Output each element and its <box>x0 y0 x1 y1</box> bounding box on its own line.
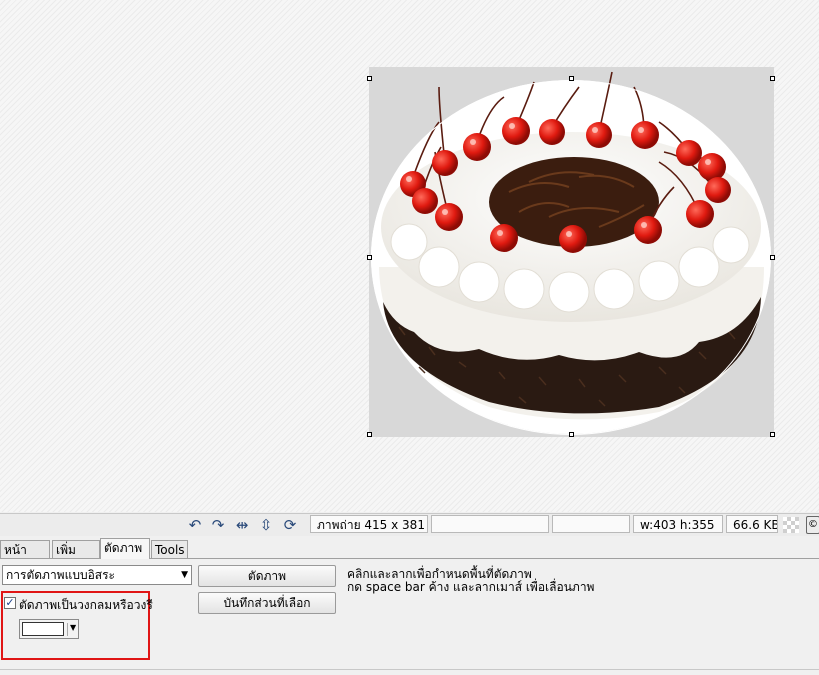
file-size-status: 66.6 KB <box>726 515 778 533</box>
crop-handle-right[interactable] <box>770 255 775 260</box>
tab-add-object[interactable]: เพิ่มวัตถุ <box>52 540 100 575</box>
chevron-down-icon: ▼ <box>67 623 76 636</box>
crop-selection-ellipse[interactable] <box>371 80 771 435</box>
crop-handle-top-right[interactable] <box>770 76 775 81</box>
crop-mode-select[interactable]: การตัดภาพแบบอิสระ ▼ <box>2 565 192 585</box>
transparency-icon <box>783 517 799 533</box>
color-swatch <box>22 622 64 636</box>
crop-button[interactable]: ตัดภาพ <box>198 565 336 587</box>
ribbon-tabs: หน้าหลัก เพิ่มวัตถุ ตัดภาพ Tools <box>0 538 819 575</box>
rotate-icon[interactable]: ⟳ <box>281 516 299 534</box>
crop-handle-left[interactable] <box>367 255 372 260</box>
selection-size-status: w:403 h:355 <box>633 515 723 533</box>
tab-crop[interactable]: ตัดภาพ <box>100 538 150 559</box>
crop-panel: การตัดภาพแบบอิสระ ▼ ตัดภาพ บันทึกส่วนที่… <box>0 559 819 675</box>
chevron-down-icon: ▼ <box>181 570 188 580</box>
status-field-empty-1 <box>431 515 549 533</box>
image-size-status: ภาพถ่าย 415 x 381 <box>310 515 428 533</box>
crop-mode-value: การตัดภาพแบบอิสระ <box>6 568 115 582</box>
ellipse-crop-label: ตัดภาพเป็นวงกลมหรือวงรี <box>19 598 153 612</box>
crop-hint-line-2: กด space bar ค้าง และลากเมาส์ เพื่อเลื่อ… <box>347 580 595 594</box>
crop-handle-bottom[interactable] <box>569 432 574 437</box>
fit-height-icon[interactable]: ⇳ <box>257 516 275 534</box>
status-toolbar: ↶ ↷ ⇹ ⇳ ⟳ ภาพถ่าย 415 x 381 w:403 h:355 … <box>0 513 819 536</box>
fit-width-icon[interactable]: ⇹ <box>233 516 251 534</box>
crop-handle-bottom-left[interactable] <box>367 432 372 437</box>
crop-handle-top-left[interactable] <box>367 76 372 81</box>
crop-handle-bottom-right[interactable] <box>770 432 775 437</box>
info-icon[interactable]: © <box>806 516 819 534</box>
fill-color-picker[interactable]: ▼ <box>19 619 79 639</box>
save-selection-button[interactable]: บันทึกส่วนที่เลือก <box>198 592 336 614</box>
status-field-empty-2 <box>552 515 630 533</box>
divider <box>0 669 819 670</box>
tab-home[interactable]: หน้าหลัก <box>0 540 50 575</box>
tab-tools[interactable]: Tools <box>151 540 188 558</box>
ellipse-crop-checkbox[interactable]: ✓ <box>4 597 16 609</box>
undo-icon[interactable]: ↶ <box>186 516 204 534</box>
crop-handle-top[interactable] <box>569 76 574 81</box>
redo-icon[interactable]: ↷ <box>209 516 227 534</box>
